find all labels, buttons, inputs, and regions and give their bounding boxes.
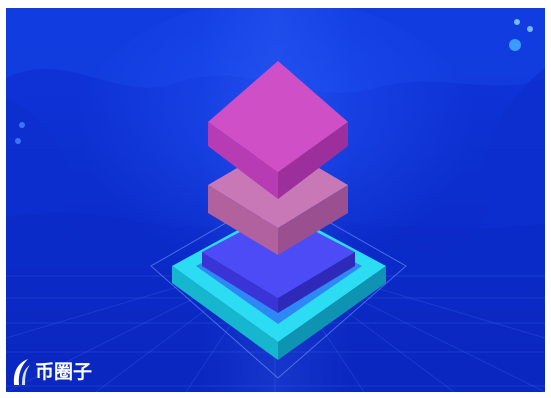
decor-dot xyxy=(509,39,521,51)
illustration-canvas: 币圈子 xyxy=(6,8,545,392)
decor-dot xyxy=(527,26,533,32)
watermark-logo: 币圈子 xyxy=(10,356,92,388)
swoosh-logo-icon xyxy=(13,359,30,385)
layers-illustration xyxy=(6,8,545,392)
decor-dot xyxy=(514,19,520,25)
decor-dot xyxy=(15,138,21,144)
decor-dot xyxy=(19,122,25,128)
watermark-text: 币圈子 xyxy=(35,360,93,383)
